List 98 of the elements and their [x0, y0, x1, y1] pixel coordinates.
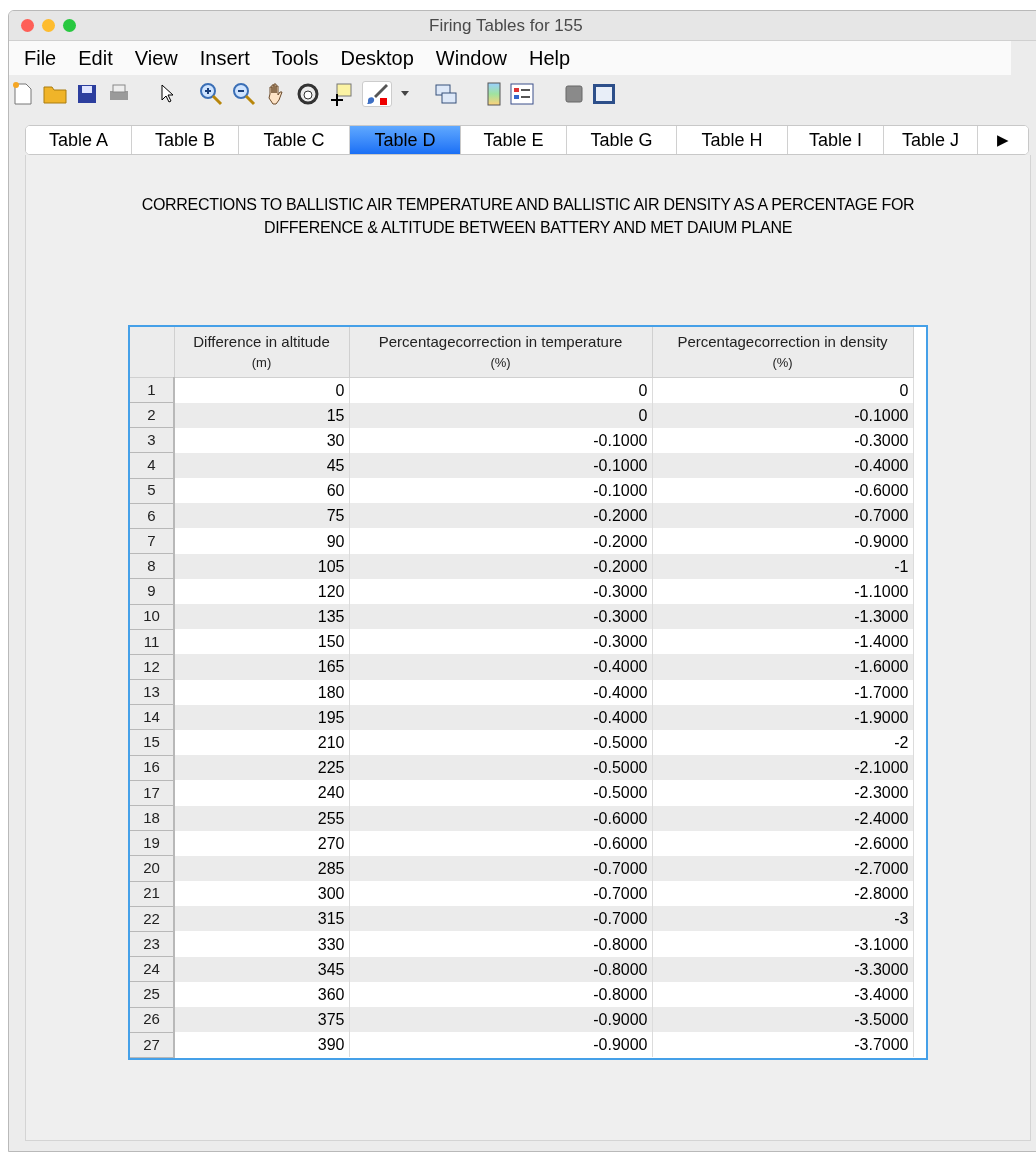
- table-cell: -0.6000: [349, 830, 652, 856]
- brush-icon: [365, 82, 389, 106]
- row-header[interactable]: 23: [130, 931, 174, 957]
- row-header[interactable]: 15: [130, 729, 174, 756]
- row-header[interactable]: 16: [130, 755, 174, 781]
- table-cell: 30: [174, 427, 349, 453]
- row-header[interactable]: 17: [130, 780, 174, 806]
- table-cell: 15: [174, 402, 349, 428]
- table-cell: 0: [652, 377, 913, 403]
- zoom-out-icon[interactable]: [232, 82, 256, 106]
- table-cell: -0.4000: [349, 679, 652, 705]
- colorbar-icon[interactable]: [487, 82, 501, 106]
- tab[interactable]: Table D: [350, 126, 461, 154]
- table-cell: -1: [652, 553, 913, 579]
- table-cell: 105: [174, 553, 349, 579]
- row-header[interactable]: 25: [130, 981, 174, 1007]
- row-header[interactable]: 24: [130, 956, 174, 982]
- table-cell: -3.7000: [652, 1032, 913, 1058]
- table-cell: 255: [174, 805, 349, 831]
- table-cell: 270: [174, 830, 349, 856]
- table-cell: -0.4000: [349, 704, 652, 730]
- table-cell: -1.6000: [652, 654, 913, 680]
- table-cell: 0: [349, 377, 652, 403]
- row-header[interactable]: 22: [130, 906, 174, 932]
- row-header[interactable]: 27: [130, 1032, 174, 1058]
- table-cell: -3.3000: [652, 956, 913, 982]
- corner-cell: [130, 327, 174, 377]
- table-cell: -2.6000: [652, 830, 913, 856]
- row-header[interactable]: 13: [130, 679, 174, 705]
- table-cell: -0.9000: [652, 528, 913, 554]
- table-cell: -0.3000: [652, 427, 913, 453]
- row-header[interactable]: 21: [130, 881, 174, 907]
- menu-item[interactable]: Desktop: [329, 43, 425, 73]
- menu-item[interactable]: Window: [424, 43, 518, 73]
- table-cell: 240: [174, 780, 349, 806]
- table-cell: -0.2000: [349, 553, 652, 579]
- pointer-icon[interactable]: [160, 83, 176, 105]
- table-cell: 345: [174, 956, 349, 982]
- table-cell: 180: [174, 679, 349, 705]
- row-header[interactable]: 3: [130, 427, 174, 453]
- row-header[interactable]: 11: [130, 629, 174, 655]
- menu-item[interactable]: File: [13, 43, 68, 73]
- table-cell: -2.4000: [652, 805, 913, 831]
- table-cell: 195: [174, 704, 349, 730]
- row-header[interactable]: 20: [130, 855, 174, 882]
- table-cell: -0.1000: [349, 427, 652, 453]
- table-cell: -2.3000: [652, 780, 913, 806]
- table-cell: 330: [174, 931, 349, 957]
- table-cell: 0: [174, 377, 349, 403]
- table-cell: -0.5000: [349, 780, 652, 806]
- column-header[interactable]: Percentagecorrection in temperature (%): [349, 327, 652, 377]
- table-cell: -3.1000: [652, 931, 913, 957]
- menu-item[interactable]: View: [123, 43, 189, 73]
- table-cell: -0.8000: [349, 931, 652, 957]
- table-cell: -0.9000: [349, 1032, 652, 1058]
- frame-icon[interactable]: [592, 83, 616, 105]
- column-header[interactable]: Percentagecorrection in density (%): [652, 327, 913, 377]
- table-cell: 0: [349, 402, 652, 428]
- row-header[interactable]: 1: [130, 377, 174, 403]
- row-header[interactable]: 6: [130, 503, 174, 529]
- caret-icon[interactable]: [401, 91, 409, 97]
- column-header[interactable]: Difference in altitude (m): [174, 327, 349, 377]
- row-header[interactable]: 10: [130, 604, 174, 630]
- row-header[interactable]: 4: [130, 452, 174, 479]
- row-header[interactable]: 9: [130, 578, 174, 604]
- table-cell: -0.2000: [349, 528, 652, 554]
- save-icon[interactable]: [76, 83, 98, 105]
- row-header[interactable]: 18: [130, 805, 174, 831]
- table-cell: -1.7000: [652, 679, 913, 705]
- row-header[interactable]: 5: [130, 478, 174, 504]
- table-cell: -0.8000: [349, 956, 652, 982]
- table-cell: 165: [174, 654, 349, 680]
- data-cursor-icon[interactable]: [329, 82, 353, 106]
- table-cell: -0.4000: [349, 654, 652, 680]
- zoom-in-icon[interactable]: [199, 82, 223, 106]
- brush-button[interactable]: [362, 81, 392, 107]
- row-header[interactable]: 12: [130, 654, 174, 680]
- table-cell: -1.9000: [652, 704, 913, 730]
- row-header[interactable]: 14: [130, 704, 174, 730]
- row-header[interactable]: 8: [130, 553, 174, 579]
- row-header[interactable]: 19: [130, 830, 174, 856]
- row-header[interactable]: 2: [130, 402, 174, 428]
- row-header[interactable]: 26: [130, 1007, 174, 1033]
- heading-text: CORRECTIONS TO BALLISTIC AIR TEMPERATURE AND BALLISTIC AIR DENSITY AS A PERCENTAGE FOR: [141, 195, 915, 215]
- legend-icon[interactable]: [510, 83, 534, 105]
- menu-item[interactable]: Help: [517, 43, 582, 73]
- menu-item[interactable]: Tools: [260, 43, 330, 73]
- window-title: Firing Tables for 155: [429, 14, 583, 37]
- heading-text: DIFFERENCE & ALTITUDE BETWEEN BATTERY AND MET DAIUM PLANE: [263, 218, 793, 238]
- tab[interactable]: Table A: [26, 126, 132, 154]
- table-cell: -0.6000: [349, 805, 652, 831]
- square-icon[interactable]: [565, 85, 583, 103]
- row-header[interactable]: 7: [130, 528, 174, 554]
- menu-item[interactable]: Insert: [188, 43, 261, 73]
- menu-item[interactable]: Edit: [67, 43, 124, 73]
- table-cell: -0.1000: [652, 402, 913, 428]
- table-cell: 390: [174, 1032, 349, 1058]
- table-cell: 90: [174, 528, 349, 554]
